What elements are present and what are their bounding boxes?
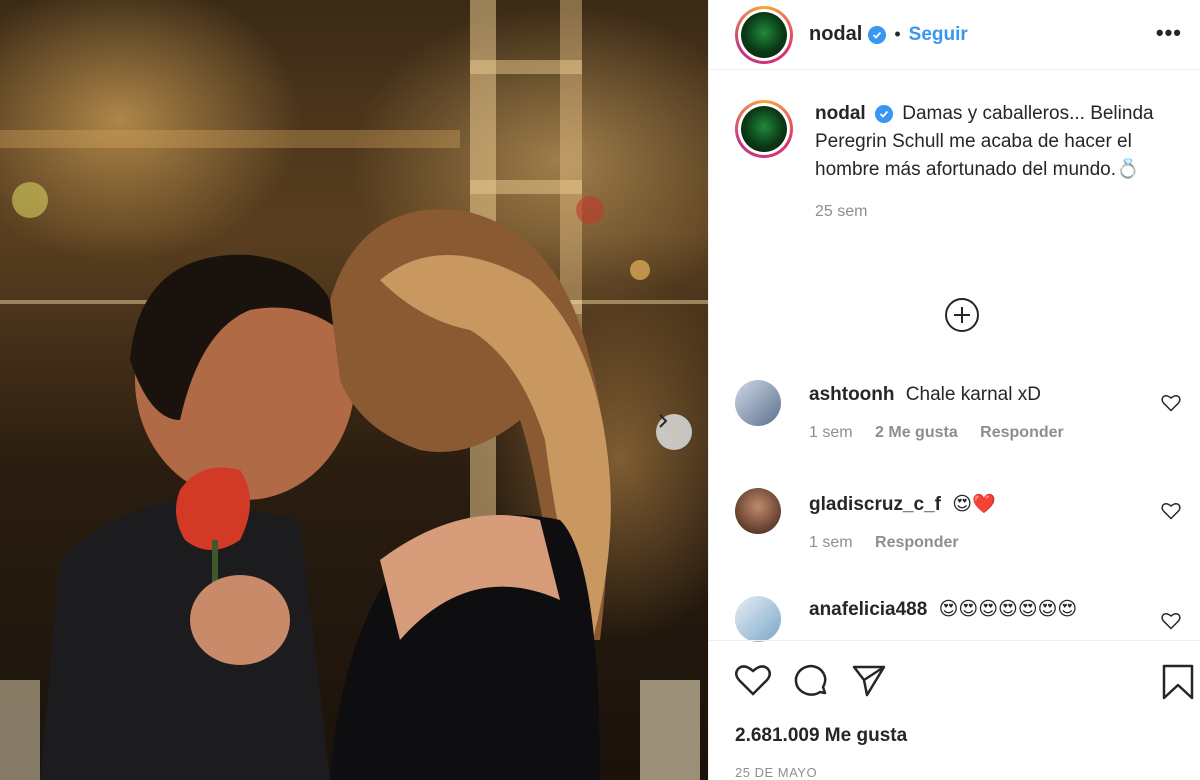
separator-dot: • [894, 24, 901, 44]
comment-username[interactable]: anafelicia488 [809, 599, 927, 620]
plus-circle-icon [945, 298, 979, 332]
chevron-right-icon [659, 414, 668, 428]
commenter-avatar[interactable] [735, 596, 781, 642]
post-caption: nodal Damas y caballeros... Belinda Pere… [735, 100, 1185, 226]
post-photo[interactable] [0, 0, 708, 780]
post-header: nodal • Seguir ••• [709, 0, 1200, 70]
bookmark-icon[interactable] [1161, 663, 1195, 706]
comment-like-heart-icon[interactable] [1161, 612, 1181, 635]
reply-button[interactable]: Responder [980, 424, 1064, 441]
reply-button[interactable]: Responder [875, 534, 959, 551]
caption-avatar[interactable] [735, 100, 793, 158]
photo-illustration [0, 0, 708, 780]
comment-username[interactable]: gladiscruz_c_f [809, 494, 941, 515]
post-footer: 2.681.009 Me gusta 25 DE MAYO [709, 640, 1200, 780]
comment-text: 😍😍😍😍😍😍😍 [938, 599, 1078, 620]
comment-text: Chale karnal xD [905, 384, 1041, 405]
comment-like-heart-icon[interactable] [1161, 394, 1181, 417]
comment-time[interactable]: 1 sem [809, 534, 853, 551]
more-options-icon[interactable]: ••• [1156, 20, 1182, 46]
load-more-comments-button[interactable] [943, 296, 981, 334]
action-bar [735, 663, 909, 704]
verified-badge-icon [868, 25, 887, 44]
caption-text-block: nodal Damas y caballeros... Belinda Pere… [815, 100, 1185, 226]
caption-time[interactable]: 25 sem [815, 198, 1185, 226]
follow-button[interactable]: Seguir [909, 24, 968, 46]
instagram-post: nodal • Seguir ••• nodal Damas y caballe… [0, 0, 1200, 780]
heart-icon[interactable] [735, 663, 771, 704]
post-date[interactable]: 25 DE MAYO [735, 765, 817, 780]
carousel-next-button[interactable] [656, 414, 692, 450]
commenter-avatar[interactable] [735, 380, 781, 426]
commenter-avatar[interactable] [735, 488, 781, 534]
post-side-panel: nodal • Seguir ••• nodal Damas y caballe… [708, 0, 1200, 780]
comment-item: gladiscruz_c_f 😍❤️ 1 sem Responder [735, 488, 1185, 552]
comment-item: ashtoonh Chale karnal xD 1 sem 2 Me gust… [735, 380, 1185, 442]
verified-badge-icon [874, 104, 893, 123]
avatar-image [741, 106, 787, 152]
comment-text: 😍❤️ [952, 494, 996, 515]
header-username[interactable]: nodal [809, 23, 862, 46]
comment-likes[interactable]: 2 Me gusta [875, 424, 958, 441]
comment-item: anafelicia488 😍😍😍😍😍😍😍 [735, 596, 1185, 642]
comment-like-heart-icon[interactable] [1161, 502, 1181, 525]
avatar-image [741, 11, 787, 58]
avatar[interactable] [735, 5, 793, 64]
caption-text: Damas y caballeros... Belinda Peregrin S… [815, 103, 1154, 180]
paper-plane-icon[interactable] [851, 663, 887, 704]
comment-time[interactable]: 1 sem [809, 424, 853, 441]
likes-count[interactable]: 2.681.009 Me gusta [735, 725, 907, 747]
comment-bubble-icon[interactable] [793, 663, 829, 704]
comment-username[interactable]: ashtoonh [809, 384, 895, 405]
caption-username[interactable]: nodal [815, 103, 866, 124]
